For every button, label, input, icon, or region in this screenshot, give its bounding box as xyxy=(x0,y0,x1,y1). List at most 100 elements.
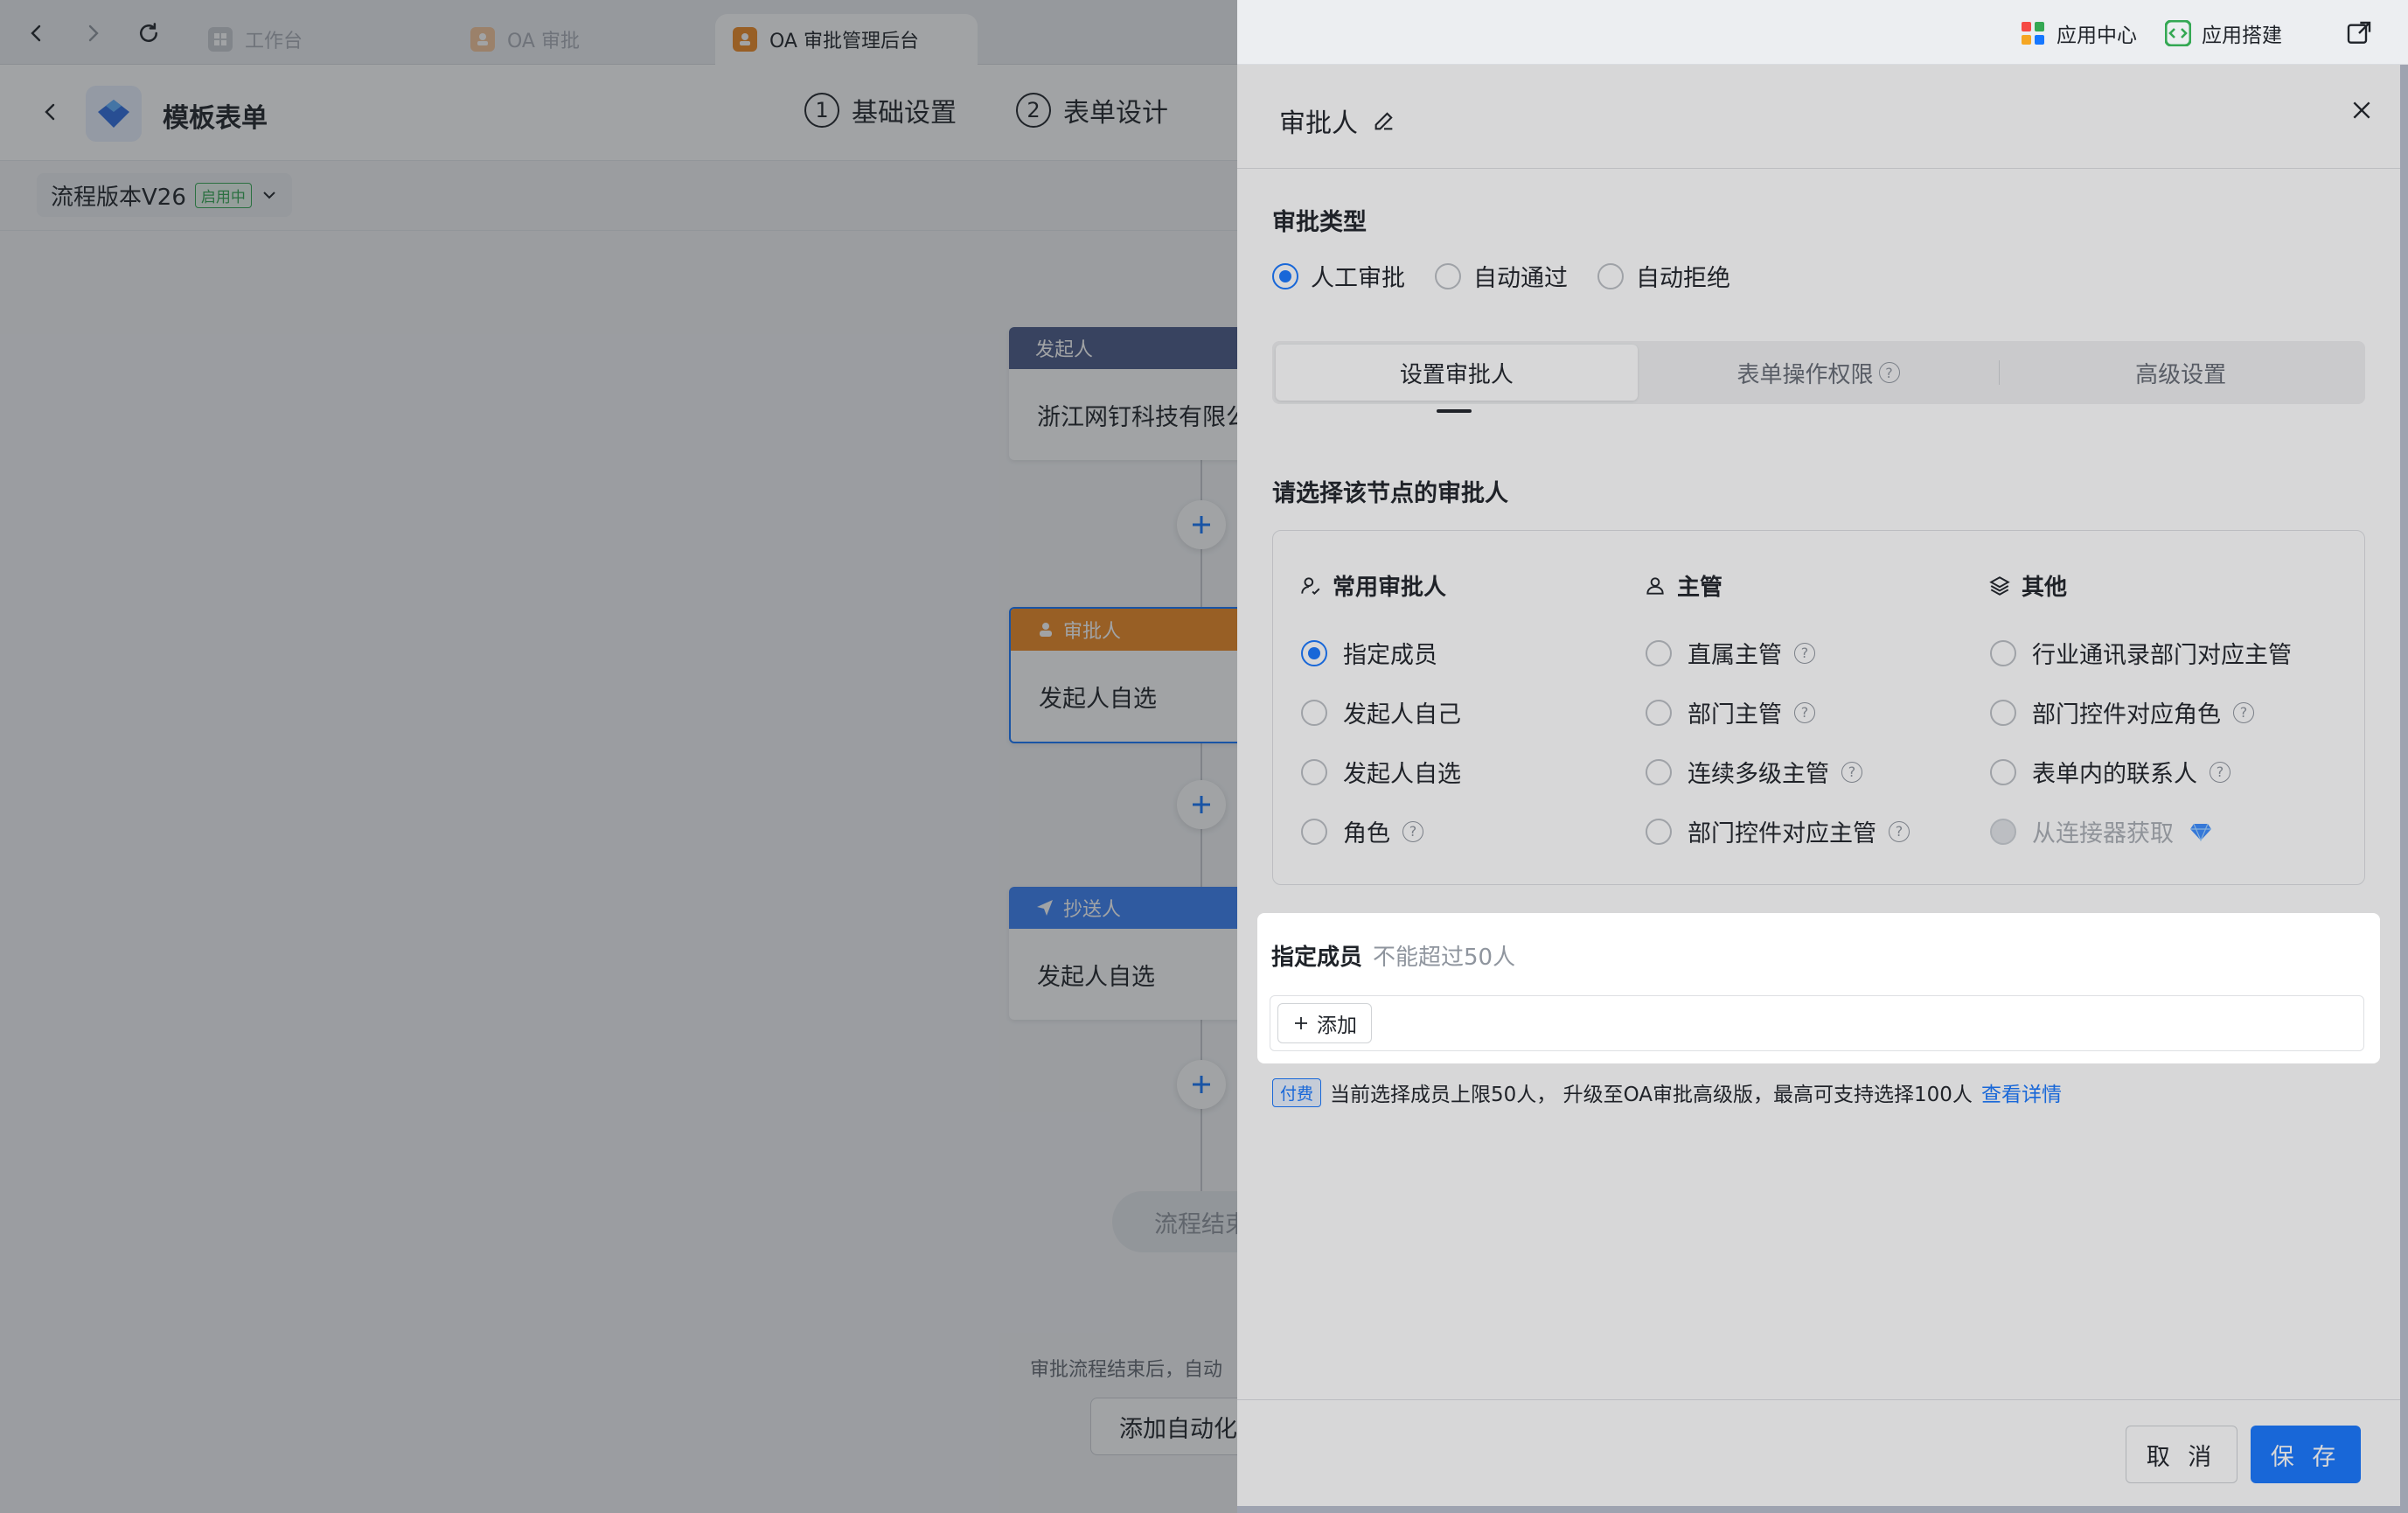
app-center-label: 应用中心 xyxy=(2057,24,2137,47)
column-title: 主管 xyxy=(1677,575,1723,601)
option-label: 连续多级主管 xyxy=(1688,761,1829,788)
radio-button[interactable] xyxy=(1990,699,2016,726)
app-builder-button[interactable]: 应用搭建 xyxy=(2165,16,2282,51)
radio-button[interactable] xyxy=(1990,639,2016,666)
option-label: 发起人自选 xyxy=(1343,761,1461,788)
plus-icon xyxy=(1295,1017,1307,1029)
option-industry-dept-supervisor[interactable]: 行业通讯录部门对应主管 xyxy=(1990,636,2292,670)
help-icon[interactable]: ? xyxy=(2210,761,2231,783)
designated-member-panel: 指定成员 不能超过50人 添加 xyxy=(1257,913,2380,1063)
radio-button[interactable] xyxy=(1597,262,1624,289)
tab-form-permissions[interactable]: 表单操作权限 ? xyxy=(1638,345,2000,401)
option-initiator-choose[interactable]: 发起人自选 xyxy=(1301,755,1461,789)
approval-type-manual[interactable]: 人工审批 xyxy=(1272,259,1405,293)
radio-button[interactable] xyxy=(1646,699,1672,726)
option-direct-supervisor[interactable]: 直属主管 ? xyxy=(1646,636,1815,670)
radio-button[interactable] xyxy=(1646,639,1672,666)
edit-icon[interactable] xyxy=(1372,108,1396,133)
app-grid-icon xyxy=(2022,22,2044,45)
drawer-title-text: 审批人 xyxy=(1279,108,1358,139)
close-icon xyxy=(2353,101,2370,119)
tab-label: 表单操作权限 xyxy=(1736,361,1874,388)
help-icon[interactable]: ? xyxy=(1841,761,1862,783)
option-dept-control-supervisor[interactable]: 部门控件对应主管 ? xyxy=(1646,814,1910,848)
member-select-box[interactable]: 添加 xyxy=(1270,995,2364,1051)
choose-approver-label: 请选择该节点的审批人 xyxy=(1272,480,1508,507)
save-button[interactable]: 保 存 xyxy=(2251,1426,2361,1483)
code-icon xyxy=(2165,20,2191,46)
add-member-label: 添加 xyxy=(1317,1014,1357,1037)
option-department-supervisor[interactable]: 部门主管 ? xyxy=(1646,695,1815,729)
divider xyxy=(1237,168,2400,169)
modal-overlay[interactable] xyxy=(0,0,1237,1513)
help-icon[interactable]: ? xyxy=(1878,362,1900,383)
column-title: 其他 xyxy=(2022,575,2068,601)
help-icon[interactable]: ? xyxy=(1402,820,1423,842)
radio-button[interactable] xyxy=(1646,758,1672,785)
active-tab-indicator xyxy=(1437,409,1472,413)
option-label: 表单内的联系人 xyxy=(2032,761,2197,788)
option-from-connector: 从连接器获取 xyxy=(1990,814,2212,848)
help-icon[interactable]: ? xyxy=(2233,701,2254,723)
add-member-button[interactable]: 添加 xyxy=(1277,1003,1372,1043)
radio-label: 人工审批 xyxy=(1311,265,1405,292)
option-initiator-self[interactable]: 发起人自己 xyxy=(1301,695,1461,729)
approver-type-picker: 常用审批人 指定成员 发起人自己 发起人自选 角色 ? 主管 直属主管 ? 部门… xyxy=(1272,530,2365,885)
radio-button[interactable] xyxy=(1301,699,1327,726)
radio-button[interactable] xyxy=(1990,758,2016,785)
option-label: 指定成员 xyxy=(1343,642,1437,669)
radio-button[interactable] xyxy=(1272,262,1298,289)
option-label: 部门主管 xyxy=(1688,701,1782,729)
radio-label: 自动通过 xyxy=(1473,265,1568,292)
view-details-link[interactable]: 查看详情 xyxy=(1981,1077,2062,1107)
member-label: 指定成员 xyxy=(1271,945,1363,971)
option-label: 从连接器获取 xyxy=(2032,820,2174,847)
help-icon[interactable]: ? xyxy=(1889,820,1910,842)
paid-badge: 付费 xyxy=(1272,1077,1322,1107)
help-icon[interactable]: ? xyxy=(1794,642,1815,664)
radio-button[interactable] xyxy=(1435,262,1461,289)
option-label: 部门控件对应角色 xyxy=(2032,701,2221,729)
open-external-button[interactable] xyxy=(2342,16,2377,51)
member-limit-hint: 不能超过50人 xyxy=(1373,945,1516,971)
radio-button[interactable] xyxy=(1301,758,1327,785)
help-icon[interactable]: ? xyxy=(1794,701,1815,723)
column-common-approvers: 常用审批人 xyxy=(1299,569,1446,602)
member-panel-label: 指定成员 不能超过50人 xyxy=(1271,939,1515,972)
radio-button xyxy=(1990,818,2016,845)
radio-button[interactable] xyxy=(1301,639,1327,666)
radio-button[interactable] xyxy=(1301,818,1327,845)
option-designated-member[interactable]: 指定成员 xyxy=(1301,636,1437,670)
option-role[interactable]: 角色 ? xyxy=(1301,814,1423,848)
radio-button[interactable] xyxy=(1646,818,1672,845)
app-center-button[interactable]: 应用中心 xyxy=(2020,16,2137,51)
approver-drawer: 审批人 审批类型 人工审批 自动通过 自动拒绝 设置审批人 表单操作权限 ? 高… xyxy=(1237,65,2400,1506)
tab-advanced-settings[interactable]: 高级设置 xyxy=(2000,345,2362,401)
close-button[interactable] xyxy=(2342,91,2381,129)
column-title: 常用审批人 xyxy=(1333,575,1447,601)
option-dept-control-role[interactable]: 部门控件对应角色 ? xyxy=(1990,695,2254,729)
app-builder-label: 应用搭建 xyxy=(2202,24,2282,47)
tab-set-approver[interactable]: 设置审批人 xyxy=(1276,345,1638,401)
option-label: 部门控件对应主管 xyxy=(1688,820,1876,847)
upgrade-text: 当前选择成员上限50人， 升级至OA审批高级版，最高可支持选择100人 xyxy=(1330,1084,1973,1106)
option-label: 角色 xyxy=(1343,820,1390,847)
approval-type-auto-pass[interactable]: 自动通过 xyxy=(1435,259,1568,293)
column-other: 其他 xyxy=(1988,569,2067,602)
diamond-icon xyxy=(2190,823,2211,841)
approval-type-group: 人工审批 自动通过 自动拒绝 xyxy=(1272,259,1730,293)
option-label: 直属主管 xyxy=(1688,642,1782,669)
option-label: 行业通讯录部门对应主管 xyxy=(2032,642,2292,669)
approval-type-auto-reject[interactable]: 自动拒绝 xyxy=(1597,259,1730,293)
cancel-button[interactable]: 取 消 xyxy=(2126,1426,2237,1483)
upgrade-notice: 付费 当前选择成员上限50人， 升级至OA审批高级版，最高可支持选择100人 查… xyxy=(1272,1077,2062,1107)
option-multi-level-supervisor[interactable]: 连续多级主管 ? xyxy=(1646,755,1862,789)
divider xyxy=(1237,1399,2400,1400)
approval-type-label: 审批类型 xyxy=(1272,209,1367,236)
drawer-title: 审批人 xyxy=(1279,101,1396,140)
option-form-contact[interactable]: 表单内的联系人 ? xyxy=(1990,755,2231,789)
open-external-icon xyxy=(2347,21,2371,44)
layers-icon xyxy=(1989,575,2010,596)
settings-tabs: 设置审批人 表单操作权限 ? 高级设置 xyxy=(1272,341,2365,404)
column-supervisor: 主管 xyxy=(1644,569,1722,602)
